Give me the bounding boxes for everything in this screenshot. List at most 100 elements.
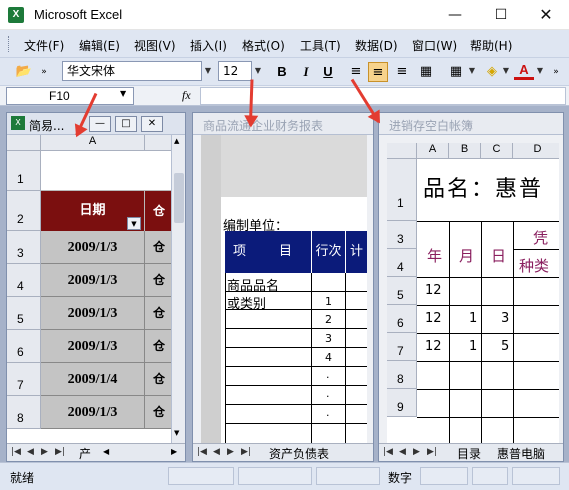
name-box[interactable]: F10 (6, 87, 134, 105)
select-all-corner[interactable] (387, 143, 417, 159)
fill-color-dropdown-icon[interactable]: ▼ (500, 62, 512, 80)
data-cell[interactable]: 5 (501, 339, 509, 354)
column-header[interactable]: D (513, 143, 559, 159)
next-sheet-icon[interactable]: ▶ (413, 447, 420, 457)
row-header[interactable]: 1 (7, 151, 41, 191)
sheet-grid-2[interactable]: 编制单位： 项 目 行次 计 商品品名 或类别 1 2 3 4 . . . (201, 135, 367, 443)
row-header[interactable]: 2 (7, 191, 41, 231)
open-folder-icon[interactable]: 📂 (14, 62, 34, 82)
window-3-titlebar[interactable]: 进销存空白帐簿 (379, 113, 563, 135)
row-header[interactable]: 6 (7, 330, 41, 363)
font-color-button[interactable]: A (514, 62, 534, 80)
last-sheet-icon[interactable]: ▶| (55, 447, 65, 457)
line-number[interactable]: . (326, 387, 330, 400)
maximize-icon[interactable]: ☐ (478, 0, 524, 30)
column-header[interactable]: C (481, 143, 513, 159)
menu-view[interactable]: 视图(V) (134, 37, 176, 54)
sheet-grid-1[interactable]: A 1 2 3 4 5 6 7 8 日期 ▼ 仓 2009/1/3 2009/1… (7, 135, 171, 443)
workbook-window-2[interactable]: 商品流通企业财务报表 编制单位： 项 目 行次 计 商品品名 或类别 1 2 3… (192, 112, 374, 462)
window-2-titlebar[interactable]: 商品流通企业财务报表 (193, 113, 373, 135)
line-number[interactable]: . (326, 406, 330, 419)
sheet-tab-balance[interactable]: 资产负债表 (269, 445, 329, 462)
tab-split-left-icon[interactable]: ◀ (103, 447, 109, 456)
column-header[interactable]: B (449, 143, 481, 159)
align-left-icon[interactable]: ≡ (346, 62, 366, 82)
row-header[interactable]: 3 (7, 231, 41, 264)
toolbar-options-icon[interactable]: » (38, 62, 50, 82)
sheet-tab-catalog[interactable]: 目录 (457, 445, 481, 462)
align-center-icon[interactable]: ≡ (368, 62, 388, 82)
select-all-corner[interactable] (7, 135, 41, 151)
data-cell[interactable]: 12 (425, 339, 442, 354)
first-sheet-icon[interactable]: |◀ (11, 447, 21, 457)
borders-dropdown-icon[interactable]: ▼ (466, 62, 478, 80)
bold-button[interactable]: B (272, 62, 292, 82)
workbook-window-3[interactable]: 进销存空白帐簿 A B C D 1 3 4 5 6 7 8 9 品名：惠普 年 … (378, 112, 564, 462)
filter-dropdown-icon[interactable]: ▼ (127, 217, 141, 230)
row-header[interactable]: 1 (387, 159, 417, 221)
line-number[interactable]: 3 (325, 332, 332, 345)
menu-edit[interactable]: 编辑(E) (79, 37, 120, 54)
vertical-scrollbar[interactable]: ▲ ▼ (171, 135, 185, 443)
date-cell[interactable]: 2009/1/4 (41, 363, 145, 396)
prev-sheet-icon[interactable]: ◀ (213, 447, 220, 457)
sheet-tab-hp[interactable]: 惠普电脑 (497, 445, 545, 462)
date-cell[interactable]: 2009/1/3 (41, 297, 145, 330)
minimize-icon[interactable]: — (432, 0, 478, 30)
font-name-select[interactable]: 华文宋体 (62, 61, 202, 81)
formula-input[interactable] (200, 87, 566, 105)
excel-app-icon[interactable]: X (8, 7, 24, 23)
next-sheet-icon[interactable]: ▶ (41, 447, 48, 457)
name-box-dropdown-icon[interactable]: ▼ (120, 89, 126, 98)
row-header[interactable]: 5 (387, 277, 417, 305)
sheet-tab[interactable]: 产 (79, 445, 91, 462)
toolbar-more-icon[interactable]: » (550, 62, 562, 82)
line-header[interactable]: 行次 (311, 231, 345, 273)
window-1-restore-icon[interactable]: □ (115, 116, 137, 132)
first-sheet-icon[interactable]: |◀ (197, 447, 207, 457)
cell[interactable]: 仓 (145, 396, 171, 429)
data-cell[interactable]: 1 (469, 311, 477, 326)
line-number[interactable]: 4 (325, 351, 332, 364)
day-header[interactable]: 日 (491, 245, 506, 266)
data-cell[interactable]: 12 (425, 283, 442, 298)
sheet-grid-3[interactable]: A B C D 1 3 4 5 6 7 8 9 品名：惠普 年 月 日 凭 种类… (387, 143, 559, 443)
window-1-minimize-icon[interactable]: — (89, 116, 111, 132)
merge-center-icon[interactable]: ▦ (416, 62, 436, 82)
cell[interactable]: 仓 (145, 363, 171, 396)
underline-button[interactable]: U (318, 62, 338, 82)
data-cell[interactable]: 1 (469, 339, 477, 354)
row-header[interactable]: 4 (7, 264, 41, 297)
date-cell[interactable]: 2009/1/3 (41, 264, 145, 297)
prev-sheet-icon[interactable]: ◀ (399, 447, 406, 457)
extra-header[interactable]: 计 (345, 231, 367, 273)
column-header-a[interactable]: A (41, 135, 145, 151)
menu-insert[interactable]: 插入(I) (190, 37, 227, 54)
last-sheet-icon[interactable]: ▶| (241, 447, 251, 457)
data-cell[interactable]: 12 (425, 311, 442, 326)
row-header[interactable]: 5 (7, 297, 41, 330)
cell[interactable] (41, 151, 171, 191)
data-cell[interactable]: 3 (501, 311, 509, 326)
window-1-close-icon[interactable]: ✕ (141, 116, 163, 132)
font-name-dropdown-icon[interactable]: ▼ (202, 62, 214, 80)
type-header[interactable]: 种类 (519, 255, 549, 276)
cell[interactable]: 仓 (145, 330, 171, 363)
insert-function-icon[interactable]: fx (182, 88, 191, 103)
font-size-dropdown-icon[interactable]: ▼ (252, 62, 264, 80)
product-title[interactable]: 品名：惠普 (423, 171, 543, 203)
menu-window[interactable]: 窗口(W) (412, 37, 457, 54)
column-header-b[interactable] (145, 135, 171, 151)
row-header[interactable]: 7 (387, 333, 417, 361)
line-number[interactable]: . (326, 368, 330, 381)
line-number[interactable]: 2 (325, 313, 332, 326)
cell[interactable]: 仓 (145, 297, 171, 330)
year-header[interactable]: 年 (427, 245, 442, 266)
font-color-dropdown-icon[interactable]: ▼ (534, 62, 546, 80)
tab-split-right-icon[interactable]: ▶ (171, 447, 177, 456)
menu-tools[interactable]: 工具(T) (300, 37, 341, 54)
prev-sheet-icon[interactable]: ◀ (27, 447, 34, 457)
row-header[interactable]: 6 (387, 305, 417, 333)
cell[interactable]: 仓 (145, 231, 171, 264)
row-header[interactable]: 9 (387, 389, 417, 417)
